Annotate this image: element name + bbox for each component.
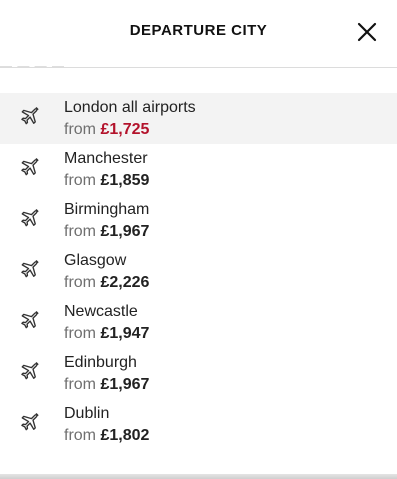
departure-option[interactable]: Manchester from £1,859 (0, 144, 397, 195)
departure-list: London all airports from £1,725 Manchest… (0, 93, 397, 450)
plane-icon (21, 209, 39, 227)
price-line: from £1,967 (64, 376, 149, 394)
plane-icon (21, 260, 39, 278)
modal-header: DEPARTURE CITY (0, 0, 397, 66)
departure-option[interactable]: Edinburgh from £1,967 (0, 348, 397, 399)
header-divider (0, 67, 397, 68)
price-value: £1,802 (100, 427, 150, 444)
price-value: £1,947 (100, 325, 150, 342)
plane-icon (21, 107, 39, 125)
city-name: Glasgow (64, 252, 127, 269)
departure-option[interactable]: Glasgow from £2,226 (0, 246, 397, 297)
price-line: from £2,226 (64, 274, 149, 292)
price-line: from £1,859 (64, 172, 149, 190)
from-label: from (64, 172, 96, 189)
departure-option[interactable]: Newcastle from £1,947 (0, 297, 397, 348)
from-label: from (64, 427, 96, 444)
page-title: DEPARTURE CITY (129, 22, 268, 39)
city-name: Manchester (64, 150, 148, 167)
plane-icon (21, 362, 39, 380)
plane-icon (21, 311, 39, 329)
price-line: from £1,947 (64, 325, 149, 343)
from-label: from (64, 325, 96, 342)
scrolled-text-remnant: — — — — (0, 61, 66, 71)
price-value: £2,226 (100, 274, 150, 291)
city-name: Birmingham (64, 201, 150, 218)
city-name: London all airports (64, 99, 196, 116)
price-value: £1,967 (100, 376, 150, 393)
close-icon (357, 22, 377, 42)
city-name: Dublin (64, 405, 110, 422)
from-label: from (64, 223, 96, 240)
price-value: £1,725 (100, 121, 150, 138)
price-line: from £1,725 (64, 121, 149, 139)
price-line: from £1,802 (64, 427, 149, 445)
from-label: from (64, 376, 96, 393)
plane-icon (21, 413, 39, 431)
bottom-edge (0, 474, 397, 479)
city-name: Newcastle (64, 303, 138, 320)
from-label: from (64, 121, 96, 138)
price-value: £1,859 (100, 172, 150, 189)
price-line: from £1,967 (64, 223, 149, 241)
departure-city-modal: DEPARTURE CITY — — — — London all airpor… (0, 0, 397, 479)
price-value: £1,967 (100, 223, 150, 240)
close-button[interactable] (354, 19, 380, 45)
departure-option[interactable]: Birmingham from £1,967 (0, 195, 397, 246)
plane-icon (21, 158, 39, 176)
departure-option[interactable]: Dublin from £1,802 (0, 399, 397, 450)
departure-option[interactable]: London all airports from £1,725 (0, 93, 397, 144)
city-name: Edinburgh (64, 354, 137, 371)
from-label: from (64, 274, 96, 291)
